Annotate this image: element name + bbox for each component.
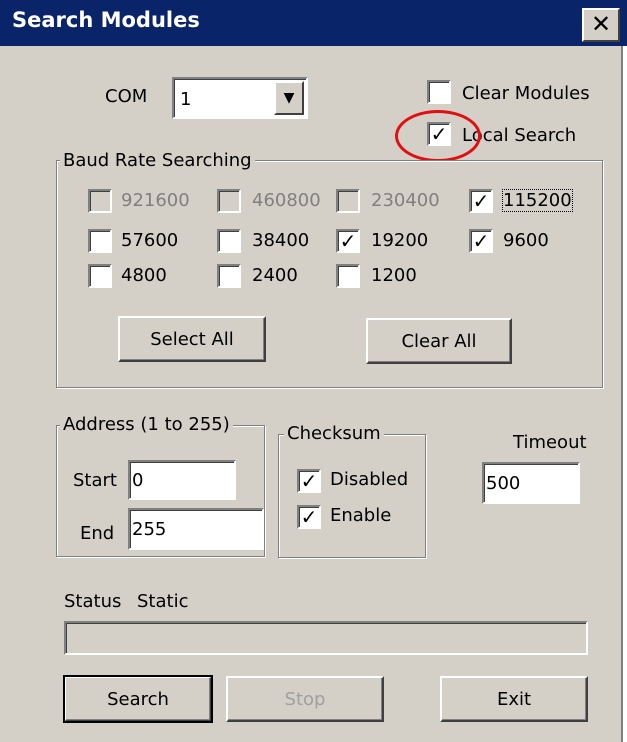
end-address-input[interactable] (128, 508, 264, 550)
clear-modules-label: Clear Modules (462, 83, 590, 104)
baud-230400-label: 230400 (371, 190, 440, 211)
checksum-enable-label: Enable (330, 505, 392, 526)
baud-rate-group-title: Baud Rate Searching (60, 150, 255, 171)
baud-460800-label: 460800 (252, 190, 321, 211)
baud-19200-label: 19200 (371, 230, 429, 251)
checksum-enable-checkbox[interactable]: ✓ (297, 505, 321, 529)
baud-921600-label: 921600 (121, 190, 190, 211)
window-title: Search Modules (12, 8, 200, 32)
baud-9600-label: 9600 (503, 230, 549, 251)
end-label: End (80, 523, 115, 544)
checksum-group-title: Checksum (284, 423, 384, 444)
baud-2400-label: 2400 (252, 265, 298, 286)
baud-57600-label: 57600 (121, 230, 179, 251)
checksum-disabled-checkbox[interactable]: ✓ (297, 469, 321, 493)
checksum-group (278, 434, 426, 558)
clear-modules-checkbox[interactable] (427, 80, 451, 104)
checksum-disabled-label: Disabled (330, 469, 409, 490)
timeout-input[interactable] (482, 462, 580, 504)
baud-38400-label: 38400 (252, 230, 310, 251)
search-button[interactable]: Search (63, 675, 213, 723)
baud-38400-checkbox[interactable] (217, 229, 241, 253)
baud-4800-checkbox[interactable] (88, 264, 112, 288)
com-value: 1 (180, 89, 192, 110)
com-label: COM (105, 86, 148, 107)
search-modules-dialog: Search Modules ✕ COM 1 ▼ Clear Modules ✓… (0, 0, 627, 742)
address-group-title: Address (1 to 255) (60, 414, 233, 435)
start-address-input[interactable] (128, 460, 236, 500)
title-bar[interactable]: Search Modules ✕ (0, 0, 627, 46)
select-all-button[interactable]: Select All (118, 316, 266, 362)
status-label: Status (64, 591, 122, 612)
baud-115200-checkbox[interactable]: ✓ (469, 189, 493, 213)
baud-921600-checkbox (88, 189, 112, 213)
baud-4800-label: 4800 (121, 265, 167, 286)
baud-1200-label: 1200 (371, 265, 417, 286)
close-button[interactable]: ✕ (582, 8, 620, 42)
stop-button: Stop (226, 676, 384, 722)
timeout-label: Timeout (513, 432, 587, 453)
clear-all-button[interactable]: Clear All (366, 318, 512, 364)
exit-button[interactable]: Exit (440, 676, 588, 722)
baud-19200-checkbox[interactable]: ✓ (336, 229, 360, 253)
status-value: Static (137, 591, 189, 612)
start-label: Start (73, 470, 117, 491)
annotation-circle (395, 110, 481, 162)
progress-bar (64, 621, 588, 655)
baud-57600-checkbox[interactable] (88, 229, 112, 253)
baud-115200-label: 115200 (502, 189, 573, 212)
chevron-down-icon[interactable]: ▼ (274, 81, 304, 115)
baud-1200-checkbox[interactable] (336, 264, 360, 288)
baud-460800-checkbox (217, 189, 241, 213)
baud-2400-checkbox[interactable] (217, 264, 241, 288)
baud-230400-checkbox (336, 189, 360, 213)
com-select[interactable]: 1 ▼ (172, 77, 308, 119)
baud-9600-checkbox[interactable]: ✓ (469, 229, 493, 253)
